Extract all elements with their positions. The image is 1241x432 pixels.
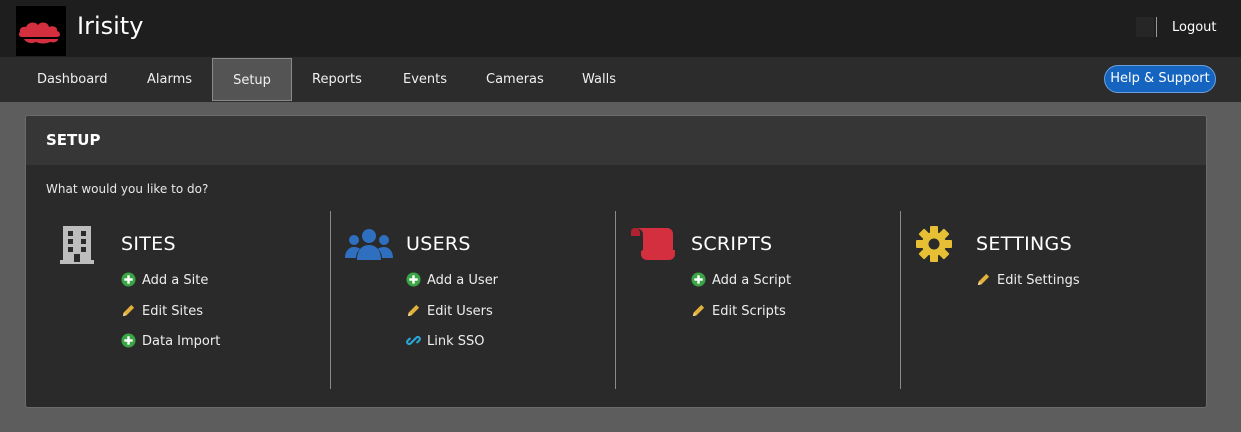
panel-header: SETUP	[26, 116, 1206, 165]
nav-tab-events[interactable]: Events	[403, 57, 447, 102]
pencil-icon	[692, 304, 705, 317]
section-title-sites: SITES	[121, 233, 176, 255]
app-title: Irisity	[77, 12, 144, 40]
link-label: Data Import	[142, 334, 221, 349]
main-nav: Dashboard Alarms Setup Reports Events Ca…	[0, 57, 1241, 102]
users-icon	[345, 229, 393, 260]
plus-circle-icon	[121, 333, 136, 348]
pencil-icon	[407, 304, 420, 317]
panel-title: SETUP	[46, 131, 101, 149]
nav-tab-dashboard[interactable]: Dashboard	[37, 57, 108, 102]
edit-sites-link[interactable]: Edit Sites	[121, 303, 203, 319]
link-label: Edit Users	[427, 304, 493, 319]
top-separator	[1156, 17, 1157, 37]
scroll-icon	[631, 228, 675, 260]
link-label: Add a Site	[142, 273, 209, 288]
link-label: Edit Scripts	[712, 304, 786, 319]
brand-logo[interactable]	[16, 6, 66, 56]
section-title-users: USERS	[406, 233, 471, 255]
plus-circle-icon	[121, 272, 136, 287]
nav-tab-walls[interactable]: Walls	[582, 57, 616, 102]
link-label: Add a User	[427, 273, 499, 288]
link-label: Edit Settings	[997, 273, 1080, 288]
top-bar: Irisity Logout	[0, 0, 1241, 57]
top-placeholder	[1136, 17, 1154, 37]
gear-icon	[916, 226, 952, 262]
edit-settings-link[interactable]: Edit Settings	[976, 272, 1080, 288]
pencil-icon	[977, 273, 990, 286]
logout-link[interactable]: Logout	[1172, 20, 1217, 35]
column-divider	[900, 211, 901, 389]
edit-scripts-link[interactable]: Edit Scripts	[691, 303, 786, 319]
plus-circle-icon	[691, 272, 706, 287]
column-divider	[615, 211, 616, 389]
help-support-button[interactable]: Help & Support	[1104, 65, 1216, 93]
column-divider	[330, 211, 331, 389]
link-label: Link SSO	[427, 334, 485, 349]
edit-users-link[interactable]: Edit Users	[406, 303, 493, 319]
nav-tab-alarms[interactable]: Alarms	[147, 57, 192, 102]
add-user-link[interactable]: Add a User	[406, 272, 498, 288]
section-title-scripts: SCRIPTS	[691, 233, 773, 255]
link-label: Edit Sites	[142, 304, 204, 319]
building-icon	[60, 226, 94, 264]
link-label: Add a Script	[712, 273, 792, 288]
data-import-link[interactable]: Data Import	[121, 333, 220, 349]
nav-tab-reports[interactable]: Reports	[312, 57, 362, 102]
add-script-link[interactable]: Add a Script	[691, 272, 791, 288]
plus-circle-icon	[406, 272, 421, 287]
nav-tab-setup[interactable]: Setup	[212, 58, 292, 101]
setup-panel: SETUP What would you like to do? SITES A…	[25, 115, 1207, 408]
link-icon	[406, 335, 421, 346]
link-sso-link[interactable]: Link SSO	[406, 333, 485, 349]
nav-tab-cameras[interactable]: Cameras	[486, 57, 544, 102]
section-title-settings: SETTINGS	[976, 233, 1072, 255]
cloud-logo-icon	[18, 22, 61, 44]
pencil-icon	[122, 304, 135, 317]
add-site-link[interactable]: Add a Site	[121, 272, 208, 288]
setup-prompt: What would you like to do?	[46, 182, 209, 196]
